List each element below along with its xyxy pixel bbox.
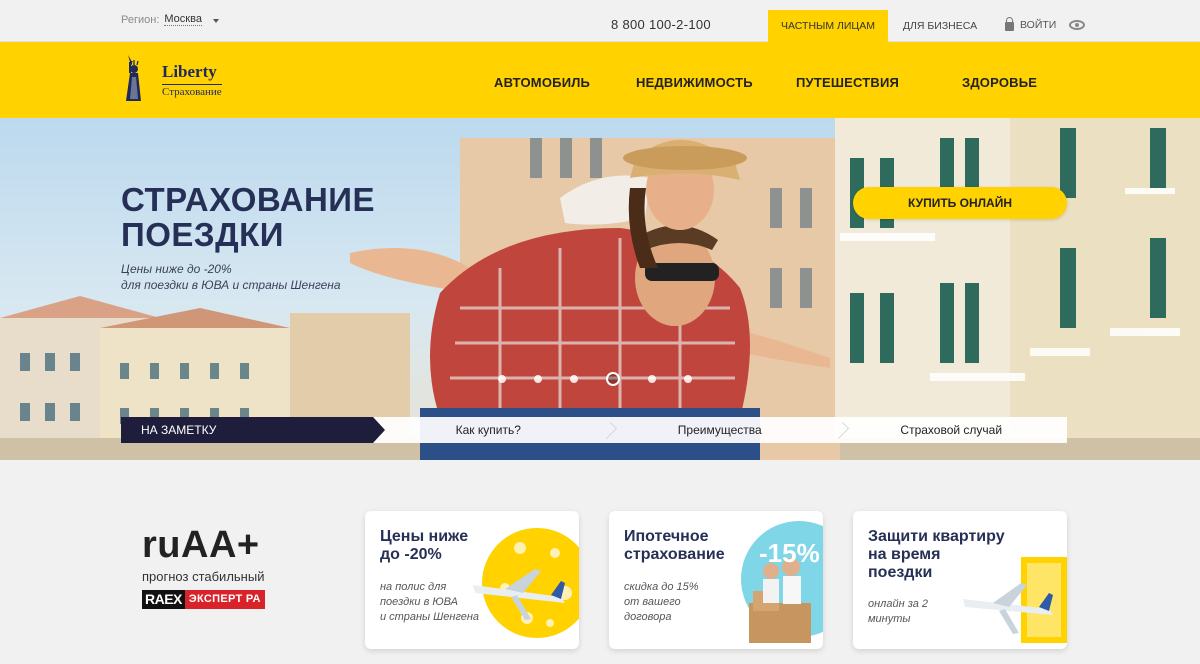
slider-dot-5[interactable] [648, 375, 656, 383]
slider-dots [498, 372, 692, 386]
card-title-line2: до -20% [380, 546, 442, 563]
region-label: Регион: [121, 13, 160, 26]
card-title-line2: на время [868, 546, 941, 563]
rating-forecast: прогноз стабильный [142, 569, 265, 584]
nav-auto[interactable]: АВТОМОБИЛЬ [494, 75, 590, 90]
slider-dot-4-active[interactable] [606, 372, 620, 386]
nav-realty[interactable]: НЕДВИЖИМОСТЬ [636, 75, 753, 90]
region-selector[interactable]: Регион: Москва [121, 13, 219, 26]
step-note[interactable]: НА ЗАМЕТКУ [121, 417, 384, 443]
login-link[interactable]: ВОЙТИ [1005, 17, 1057, 31]
hero-banner: СТРАХОВАНИЕ ПОЕЗДКИ Цены ниже до -20% дл… [0, 118, 1200, 460]
step-insured-event[interactable]: Страховой случай [835, 417, 1067, 443]
slider-dot-2[interactable] [534, 375, 542, 383]
logo-name: Liberty [162, 62, 217, 81]
card-title: Цены ниже до -20% [380, 528, 468, 564]
hero-title-line2: ПОЕЗДКИ [121, 216, 284, 253]
slider-dot-6[interactable] [684, 375, 692, 383]
card-sub-line3: договора [624, 611, 672, 623]
rating-value: ruAA+ [142, 524, 260, 566]
raex-logo-text: RAEX [142, 590, 185, 609]
hero-title: СТРАХОВАНИЕ ПОЕЗДКИ [121, 182, 375, 252]
statue-of-liberty-icon [126, 55, 141, 101]
info-steps-bar: НА ЗАМЕТКУ Как купить? Преимущества Стра… [121, 417, 1067, 443]
expert-ra-logo-text: ЭКСПЕРТ РА [184, 590, 265, 609]
login-label: ВОЙТИ [1020, 19, 1057, 31]
main-header: Liberty Страхование АВТОМОБИЛЬ НЕДВИЖИМО… [0, 42, 1200, 118]
promo-card-home-protection[interactable]: Защити квартиру на время поездки онлайн … [853, 511, 1067, 649]
card-title-line3: поездки [868, 564, 933, 581]
card-subtitle: на полис для поездки в ЮВА и страны Шенг… [380, 580, 479, 625]
discount-badge: -15% [759, 538, 820, 568]
plane-sun-illustration [473, 528, 579, 638]
slider-dot-1[interactable] [498, 375, 506, 383]
nav-travel[interactable]: ПУТЕШЕСТВИЯ [796, 75, 899, 90]
tab-private-persons[interactable]: ЧАСТНЫМ ЛИЦАМ [768, 10, 888, 42]
chevron-down-icon[interactable] [212, 18, 219, 23]
card-subtitle: скидка до 15% от вашего договора [624, 580, 699, 625]
card-subtitle: онлайн за 2 минуты [868, 597, 928, 627]
card-sub-line1: онлайн за 2 [868, 598, 929, 610]
buy-online-button[interactable]: КУПИТЬ ОНЛАЙН [853, 187, 1067, 219]
card-sub-line3: и страны Шенгена [380, 611, 480, 623]
card-title: Ипотечное страхование [624, 528, 725, 564]
eye-icon[interactable] [1069, 20, 1085, 30]
step-how-to-buy[interactable]: Как купить? [372, 417, 604, 443]
card-sub-line2: от вашего [624, 596, 681, 608]
nav-health[interactable]: ЗДОРОВЬЕ [962, 75, 1037, 90]
card-sub-line2: поездки в ЮВА [380, 596, 458, 608]
card-title-line1: Защити квартиру [868, 528, 1005, 545]
hero-subtitle: Цены ниже до -20% для поездки в ЮВА и ст… [121, 261, 341, 293]
logo-subtitle: Страхование [162, 84, 222, 98]
tab-business[interactable]: ДЛЯ БИЗНЕСА [890, 10, 990, 42]
promo-card-travel-discount[interactable]: Цены ниже до -20% на полис для поездки в… [365, 511, 579, 649]
promo-card-mortgage[interactable]: -15% Ипотечное страхование скидка до 15%… [609, 511, 823, 649]
card-sub-line1: скидка до 15% [624, 581, 699, 593]
card-sub-line2: минуты [868, 613, 911, 625]
hero-sub-line1: Цены ниже до -20% [121, 262, 232, 276]
step-advantages[interactable]: Преимущества [604, 417, 836, 443]
hero-sub-line2: для поездки в ЮВА и страны Шенгена [121, 278, 341, 292]
raex-logo: RAEX ЭКСПЕРТ РА [142, 590, 265, 609]
logo[interactable]: Liberty Страхование [118, 51, 238, 107]
phone-number[interactable]: 8 800 100-2-100 [611, 17, 711, 32]
card-title-line1: Цены ниже [380, 528, 469, 545]
region-value[interactable]: Москва [164, 13, 202, 26]
card-sub-line1: на полис для [380, 581, 447, 593]
card-title-line1: Ипотечное [624, 528, 709, 545]
top-utility-bar: Регион: Москва 8 800 100-2-100 ЧАСТНЫМ Л… [0, 0, 1200, 42]
lock-icon [1005, 17, 1014, 31]
card-title: Защити квартиру на время поездки [868, 528, 1005, 582]
slider-dot-3[interactable] [570, 375, 578, 383]
card-title-line2: страхование [624, 546, 725, 563]
hero-title-line1: СТРАХОВАНИЕ [121, 181, 376, 218]
